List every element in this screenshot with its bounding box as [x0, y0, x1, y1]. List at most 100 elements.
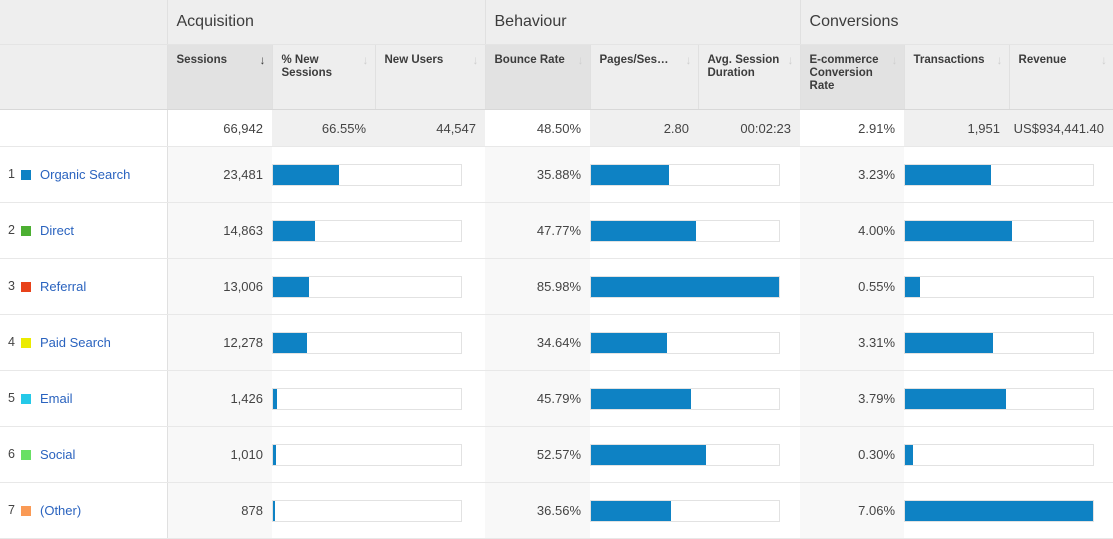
group-header-blank — [0, 0, 168, 45]
cell-ecommerce-conversion-rate: 3.31% — [800, 314, 905, 371]
channel-color-swatch — [21, 394, 31, 405]
channel-link[interactable]: Paid Search — [40, 336, 111, 351]
channel-color-swatch — [21, 170, 31, 181]
cell-sessions-bar — [272, 426, 485, 483]
column-header-sessions-label: Sessions — [176, 54, 228, 66]
channel-link[interactable]: (Other) — [40, 504, 81, 519]
bar-fill-bounce-rate — [591, 444, 706, 465]
summary-ecommerce-conversion-rate: 2.91% — [800, 109, 905, 147]
channel-link[interactable]: Organic Search — [40, 168, 130, 183]
sort-desc-icon[interactable]: ↓ — [1101, 54, 1107, 66]
sort-desc-icon[interactable]: ↓ — [260, 54, 266, 66]
row-dimension-cell: 6 Social — [0, 426, 168, 483]
column-header-avg-session-duration-label: Avg. Session Duration — [707, 54, 780, 79]
bar-fill-sessions — [273, 220, 315, 241]
channel-link[interactable]: Direct — [40, 224, 74, 239]
row-rank: 4 — [8, 335, 15, 350]
row-dimension-cell: 1 Organic Search — [0, 146, 168, 203]
bar-track — [904, 499, 1095, 522]
table-row[interactable]: 3 Referral 13,006 85.98% 0.55% — [0, 258, 1113, 315]
cell-sessions-bar — [272, 314, 485, 371]
bar-track — [590, 275, 780, 298]
group-header-acquisition: Acquisition — [167, 0, 486, 45]
table-row[interactable]: 5 Email 1,426 45.79% 3.79% — [0, 370, 1113, 427]
summary-bounce-rate: 48.50% — [485, 109, 590, 147]
cell-ecommerce-conversion-rate: 4.00% — [800, 202, 905, 259]
column-header-bounce-rate[interactable]: Bounce Rate ↓ — [485, 44, 591, 110]
cell-ecommerce-conversion-rate: 3.79% — [800, 370, 905, 427]
table-row[interactable]: 6 Social 1,010 52.57% 0.30% — [0, 426, 1113, 483]
sort-desc-icon[interactable]: ↓ — [363, 54, 369, 66]
row-rank: 7 — [8, 503, 15, 518]
table-row[interactable]: 1 Organic Search 23,481 35.88% 3.23% — [0, 146, 1113, 203]
column-header-sessions[interactable]: Sessions ↓ — [167, 44, 273, 110]
summary-pct-new-sessions: 66.55% — [272, 109, 375, 147]
row-dimension-cell: 2 Direct — [0, 202, 168, 259]
channel-link[interactable]: Email — [40, 392, 73, 407]
cell-bounce-rate: 34.64% — [485, 314, 590, 371]
table-row[interactable]: 4 Paid Search 12,278 34.64% 3.31% — [0, 314, 1113, 371]
sort-desc-icon[interactable]: ↓ — [892, 54, 898, 66]
cell-bounce-rate: 52.57% — [485, 426, 590, 483]
bar-fill-bounce-rate — [591, 276, 779, 297]
sort-desc-icon[interactable]: ↓ — [578, 54, 584, 66]
column-header-pct-new-sessions[interactable]: % New Sessions ↓ — [272, 44, 376, 110]
bar-track — [904, 275, 1095, 298]
column-header-row: Sessions ↓ % New Sessions ↓ New Users ↓ … — [0, 44, 1113, 110]
row-rank: 1 — [8, 167, 15, 182]
channel-color-swatch — [21, 226, 31, 237]
table-row[interactable]: 2 Direct 14,863 47.77% 4.00% — [0, 202, 1113, 259]
row-dimension-cell: 3 Referral — [0, 258, 168, 315]
bar-track — [272, 387, 462, 410]
row-rank: 5 — [8, 391, 15, 406]
cell-conversion-bar — [904, 202, 1113, 259]
column-header-pct-new-sessions-label: % New Sessions — [281, 54, 333, 79]
column-header-transactions[interactable]: Transactions ↓ — [904, 44, 1010, 110]
column-header-revenue[interactable]: Revenue ↓ — [1009, 44, 1113, 110]
channel-color-swatch — [21, 282, 31, 293]
cell-bounce-rate: 45.79% — [485, 370, 590, 427]
bar-track — [272, 499, 462, 522]
cell-sessions: 878 — [167, 482, 272, 539]
sort-desc-icon[interactable]: ↓ — [473, 54, 479, 66]
cell-conversion-bar — [904, 370, 1113, 427]
cell-sessions: 13,006 — [167, 258, 272, 315]
bar-track — [904, 387, 1095, 410]
cell-ecommerce-conversion-rate: 7.06% — [800, 482, 905, 539]
cell-bounce-rate-bar — [590, 426, 801, 483]
bar-fill-bounce-rate — [591, 332, 667, 353]
row-dimension-cell: 7 (Other) — [0, 482, 168, 539]
bar-fill-conversion — [905, 220, 1012, 241]
column-header-new-users[interactable]: New Users ↓ — [375, 44, 486, 110]
cell-ecommerce-conversion-rate: 0.55% — [800, 258, 905, 315]
cell-conversion-bar — [904, 482, 1113, 539]
sort-desc-icon[interactable]: ↓ — [686, 54, 692, 66]
bar-track — [272, 219, 462, 242]
bar-track — [590, 219, 780, 242]
bar-track — [272, 163, 462, 186]
column-header-pages-session[interactable]: Pages/Sessi... ↓ — [590, 44, 699, 110]
column-header-pages-session-label: Pages/Sessi... — [599, 54, 672, 66]
column-header-bounce-rate-label: Bounce Rate — [494, 54, 565, 66]
bar-fill-bounce-rate — [591, 388, 692, 409]
column-header-dimension — [0, 44, 168, 110]
row-rank: 6 — [8, 447, 15, 462]
cell-sessions-bar — [272, 258, 485, 315]
cell-bounce-rate-bar — [590, 202, 801, 259]
column-header-avg-session-duration[interactable]: Avg. Session Duration ↓ — [698, 44, 801, 110]
channel-color-swatch — [21, 450, 31, 461]
channel-link[interactable]: Referral — [40, 280, 86, 295]
table-row[interactable]: 7 (Other) 878 36.56% 7.06% — [0, 482, 1113, 539]
group-header-behaviour: Behaviour — [485, 0, 801, 45]
group-header-row: Acquisition Behaviour Conversions — [0, 0, 1113, 45]
cell-bounce-rate-bar — [590, 146, 801, 203]
table-body: 1 Organic Search 23,481 35.88% 3.23% 2 Direct 1… — [0, 146, 1113, 539]
summary-dimension-cell — [0, 109, 168, 147]
column-header-ecommerce-conversion-rate[interactable]: E-commerce Conversion Rate ↓ — [800, 44, 905, 110]
row-dimension-cell: 4 Paid Search — [0, 314, 168, 371]
sort-desc-icon[interactable]: ↓ — [788, 54, 794, 66]
bar-track — [904, 331, 1095, 354]
channel-link[interactable]: Social — [40, 448, 75, 463]
cell-sessions: 12,278 — [167, 314, 272, 371]
sort-desc-icon[interactable]: ↓ — [997, 54, 1003, 66]
